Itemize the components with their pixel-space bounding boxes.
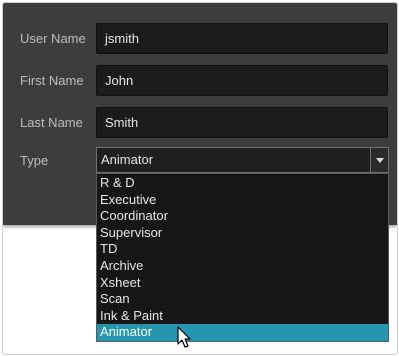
option-scan[interactable]: Scan	[97, 291, 388, 308]
window-frame: User Name jsmith First Name John Last Na…	[2, 2, 398, 355]
option-ink-and-paint[interactable]: Ink & Paint	[97, 308, 388, 325]
last-name-label: Last Name	[20, 115, 83, 130]
option-executive[interactable]: Executive	[97, 192, 388, 209]
type-label: Type	[20, 153, 49, 168]
type-select[interactable]: Animator	[96, 147, 389, 173]
user-name-input[interactable]: jsmith	[96, 23, 388, 54]
chevron-down-icon	[375, 157, 384, 163]
option-archive[interactable]: Archive	[97, 258, 388, 275]
option-animator[interactable]: Animator	[97, 324, 388, 341]
user-name-label: User Name	[20, 31, 86, 46]
last-name-input[interactable]: Smith	[96, 107, 388, 138]
option-td[interactable]: TD	[97, 241, 388, 258]
type-options-list: R & D Executive Coordinator Supervisor T…	[96, 173, 389, 342]
option-r-and-d[interactable]: R & D	[97, 175, 388, 192]
first-name-input[interactable]: John	[96, 65, 388, 96]
dropdown-button[interactable]	[370, 148, 388, 172]
option-xsheet[interactable]: Xsheet	[97, 275, 388, 292]
option-supervisor[interactable]: Supervisor	[97, 225, 388, 242]
first-name-label: First Name	[20, 73, 84, 88]
type-select-value: Animator	[101, 152, 154, 167]
option-coordinator[interactable]: Coordinator	[97, 208, 388, 225]
mouse-pointer-icon	[177, 326, 191, 348]
